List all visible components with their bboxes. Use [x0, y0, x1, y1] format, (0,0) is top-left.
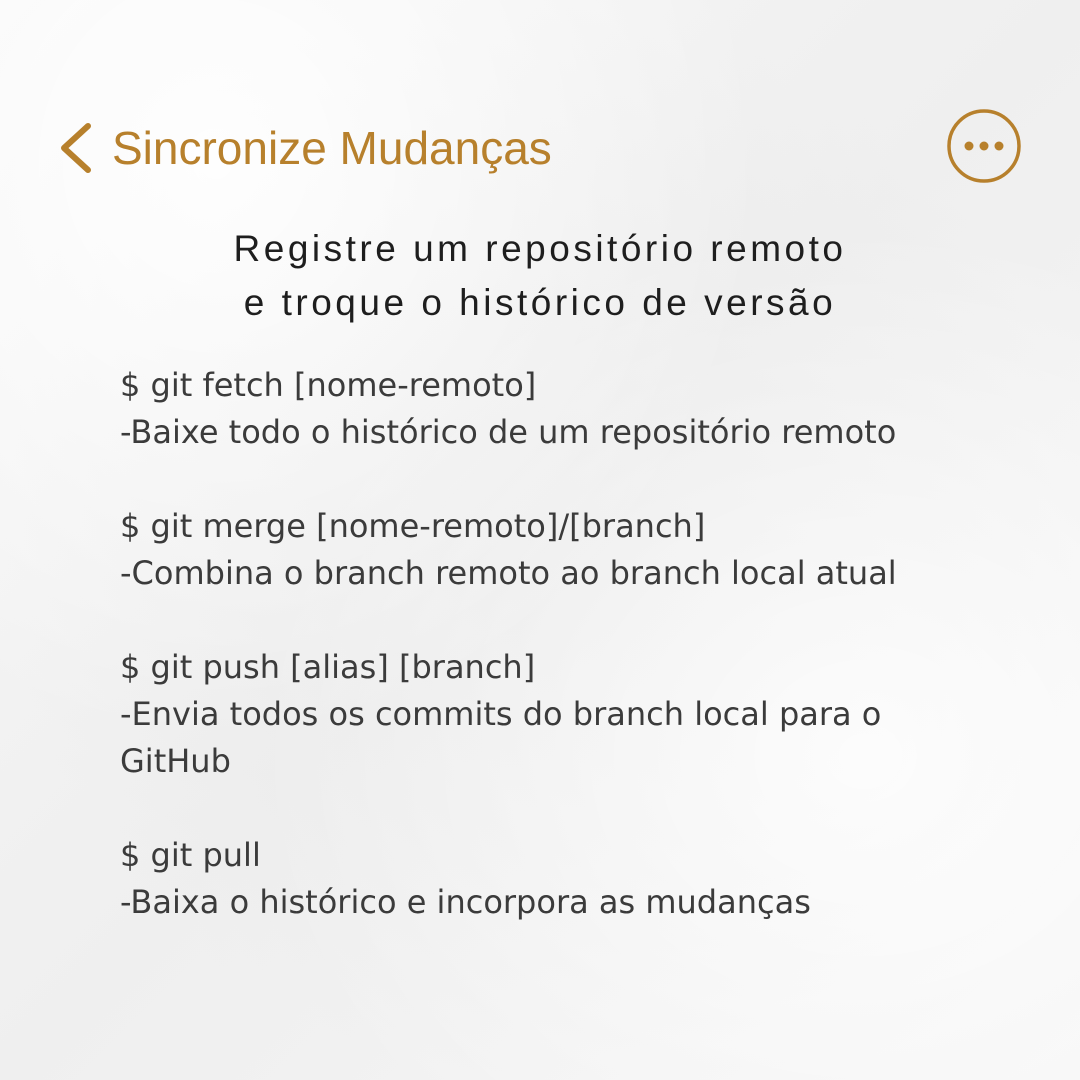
subtitle-line-2: e troque o histórico de versão [243, 282, 837, 323]
back-button[interactable] [58, 120, 98, 176]
command-item-fetch: $ git fetch [nome-remoto] -Baixe todo o … [120, 362, 1000, 456]
header-bar: Sincronize Mudanças [58, 109, 1022, 184]
command-text: $ git push [alias] [branch] [120, 648, 536, 686]
command-item-push: $ git push [alias] [branch] -Envia todos… [120, 644, 1000, 785]
command-description: -Envia todos os commits do branch local … [120, 695, 882, 780]
command-description: -Baixa o histórico e incorpora as mudanç… [120, 883, 811, 921]
page-title: Sincronize Mudanças [112, 122, 552, 174]
command-text: $ git fetch [nome-remoto] [120, 366, 537, 404]
command-text: $ git pull [120, 836, 261, 874]
command-text: $ git merge [nome-remoto]/[branch] [120, 507, 706, 545]
subtitle-line-1: Registre um repositório remoto [233, 228, 847, 269]
more-options-button[interactable] [946, 108, 1022, 184]
command-description: -Baixe todo o histórico de um repositóri… [120, 413, 897, 451]
command-list: $ git fetch [nome-remoto] -Baixe todo o … [120, 362, 1000, 973]
command-description: -Combina o branch remoto ao branch local… [120, 554, 897, 592]
command-item-pull: $ git pull -Baixa o histórico e incorpor… [120, 832, 1000, 926]
ellipsis-circle-icon [947, 109, 1021, 183]
command-item-merge: $ git merge [nome-remoto]/[branch] -Comb… [120, 503, 1000, 597]
chevron-left-icon [61, 123, 91, 173]
subtitle: Registre um repositório remoto e troque … [0, 222, 1080, 330]
